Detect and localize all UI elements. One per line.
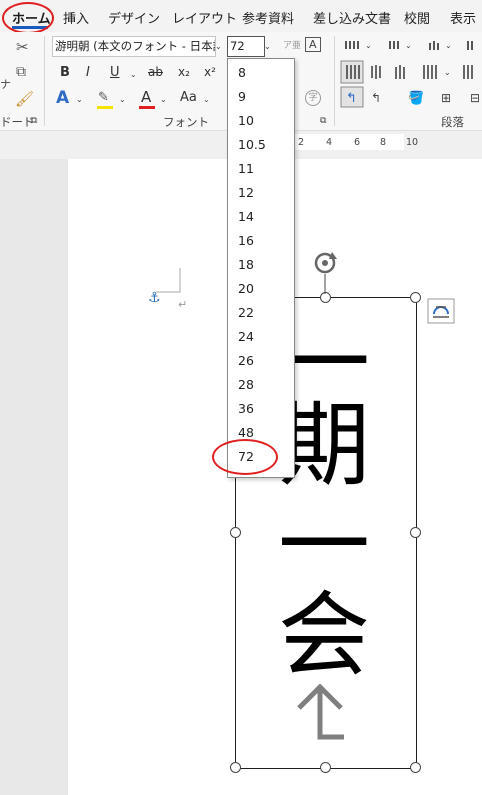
clipboard-group-label: ドード — [0, 115, 35, 129]
rotate-handle-icon[interactable] — [312, 250, 340, 296]
font-size-option[interactable]: 10.5 — [238, 137, 266, 152]
ruler-tick-label: 8 — [380, 137, 387, 148]
font-size-option[interactable]: 16 — [238, 233, 254, 248]
tab-layout[interactable]: レイアウト — [172, 8, 237, 27]
resize-handle-bottom[interactable] — [320, 762, 331, 773]
svg-text:⌄: ⌄ — [365, 41, 372, 50]
tab-insert[interactable]: 挿入 — [63, 8, 89, 27]
subscript-button[interactable]: x₂ — [178, 65, 190, 79]
highlight-chevron-icon[interactable]: ⌄ — [119, 95, 126, 104]
font-color-button[interactable]: A — [141, 88, 151, 106]
font-size-dropdown[interactable]: 8 9 10 10.5 11 12 14 16 18 20 22 24 26 2… — [227, 58, 295, 478]
anchor-icon[interactable]: ⚓ — [148, 290, 161, 306]
ribbon-tab-bar: ホーム 挿入 デザイン レイアウト 参考資料 差し込み文書 校閲 表示 — [0, 0, 482, 32]
font-name-chevron-icon[interactable]: ⌄ — [215, 42, 222, 51]
font-size-chevron-icon[interactable]: ⌄ — [264, 42, 271, 51]
underline-button[interactable]: U — [110, 65, 120, 80]
ruby-icon[interactable]: ア亜 — [283, 38, 301, 51]
font-color-swatch — [139, 106, 155, 109]
font-size-field[interactable]: 72 — [227, 36, 265, 57]
ruler-tick-label: 6 — [354, 137, 361, 148]
font-size-option[interactable]: 28 — [238, 377, 254, 392]
font-size-option[interactable]: 11 — [238, 161, 254, 176]
svg-text:↰: ↰ — [371, 91, 381, 105]
svg-text:⌄: ⌄ — [444, 68, 451, 77]
tab-view[interactable]: 表示 — [450, 8, 476, 27]
ruler-tick-label: 2 — [298, 137, 305, 148]
font-size-option[interactable]: 14 — [238, 209, 254, 224]
font-size-option[interactable]: 36 — [238, 401, 254, 416]
group-divider — [44, 36, 45, 126]
font-size-option[interactable]: 24 — [238, 329, 254, 344]
superscript-button[interactable]: x² — [204, 65, 216, 79]
ruler-tick-label: 10 — [406, 137, 419, 148]
font-size-option[interactable]: 9 — [238, 89, 246, 104]
paragraph-row3-icons: ↰ ↰ 🪣 ⊞ ⊟ — [340, 86, 480, 108]
ruler[interactable] — [292, 134, 404, 150]
tab-mailings[interactable]: 差し込み文書 — [313, 8, 391, 27]
highlight-color-swatch — [97, 106, 113, 109]
paragraph-alignment-icons: ⌄ — [340, 60, 473, 84]
copy-icon[interactable]: ⧉ — [16, 64, 26, 80]
highlight-circle-home-tab — [2, 2, 54, 34]
font-dialog-launcher-icon[interactable]: ⧉ — [320, 116, 326, 126]
resize-handle-bottom-right[interactable] — [410, 762, 421, 773]
clipboard-dialog-launcher-icon[interactable]: ⧉ — [31, 116, 37, 126]
font-size-option[interactable]: 20 — [238, 281, 254, 296]
svg-text:⊟: ⊟ — [470, 91, 480, 105]
change-case-button[interactable]: Aa — [180, 90, 197, 105]
highlight-pen-icon[interactable]: ✎ — [98, 90, 109, 105]
svg-text:↰: ↰ — [346, 91, 357, 106]
font-size-option[interactable]: 12 — [238, 185, 254, 200]
paragraph-row1-icons: ⌄ ⌄ ⌄ — [345, 41, 473, 50]
up-arrow-annotation-icon — [297, 684, 344, 740]
font-size-option[interactable]: 26 — [238, 353, 254, 368]
enclose-characters-icon[interactable]: 字 — [305, 90, 321, 106]
cut-icon[interactable]: ✂ — [16, 38, 29, 56]
vertical-text-char: 一 — [278, 492, 371, 599]
svg-text:⊞: ⊞ — [441, 91, 451, 105]
font-size-option[interactable]: 48 — [238, 425, 254, 440]
font-size-option[interactable]: 8 — [238, 65, 246, 80]
font-size-option[interactable]: 10 — [238, 113, 254, 128]
font-color-chevron-icon[interactable]: ⌄ — [160, 95, 167, 104]
italic-button[interactable]: I — [86, 65, 90, 80]
strikethrough-button[interactable]: ab — [148, 65, 163, 79]
paste-label-fragment: ナ — [0, 78, 11, 91]
tab-references[interactable]: 参考資料 — [242, 8, 294, 27]
text-effects-chevron-icon[interactable]: ⌄ — [76, 95, 83, 104]
format-painter-icon[interactable]: 🖌 — [15, 90, 34, 108]
resize-handle-right[interactable] — [410, 527, 421, 538]
change-case-chevron-icon[interactable]: ⌄ — [203, 95, 210, 104]
svg-text:⌄: ⌄ — [445, 41, 452, 50]
font-name-field[interactable]: 游明朝 (本文のフォント - 日本語) — [52, 36, 216, 57]
vertical-text-char: 会 — [278, 582, 371, 689]
paragraph-group-label: 段落 — [441, 115, 464, 129]
tab-review[interactable]: 校閲 — [404, 8, 430, 27]
resize-handle-top-right[interactable] — [410, 292, 421, 303]
underline-chevron-icon[interactable]: ⌄ — [130, 70, 137, 79]
font-size-option[interactable]: 22 — [238, 305, 254, 320]
group-divider — [334, 36, 335, 126]
layout-options-icon[interactable] — [427, 298, 455, 324]
highlight-circle-size-72 — [212, 439, 278, 475]
text-effects-button[interactable]: A — [56, 88, 69, 108]
tab-design[interactable]: デザイン — [108, 8, 160, 27]
ruler-tick-label: 4 — [326, 137, 333, 148]
font-size-option[interactable]: 18 — [238, 257, 254, 272]
svg-text:⌄: ⌄ — [405, 41, 412, 50]
svg-text:🪣: 🪣 — [408, 90, 424, 106]
bold-button[interactable]: B — [60, 65, 70, 80]
svg-text:↵: ↵ — [178, 298, 187, 310]
resize-handle-bottom-left[interactable] — [230, 762, 241, 773]
character-border-icon[interactable]: A — [305, 37, 321, 52]
resize-handle-left[interactable] — [230, 527, 241, 538]
font-group-label: フォント — [163, 115, 209, 129]
